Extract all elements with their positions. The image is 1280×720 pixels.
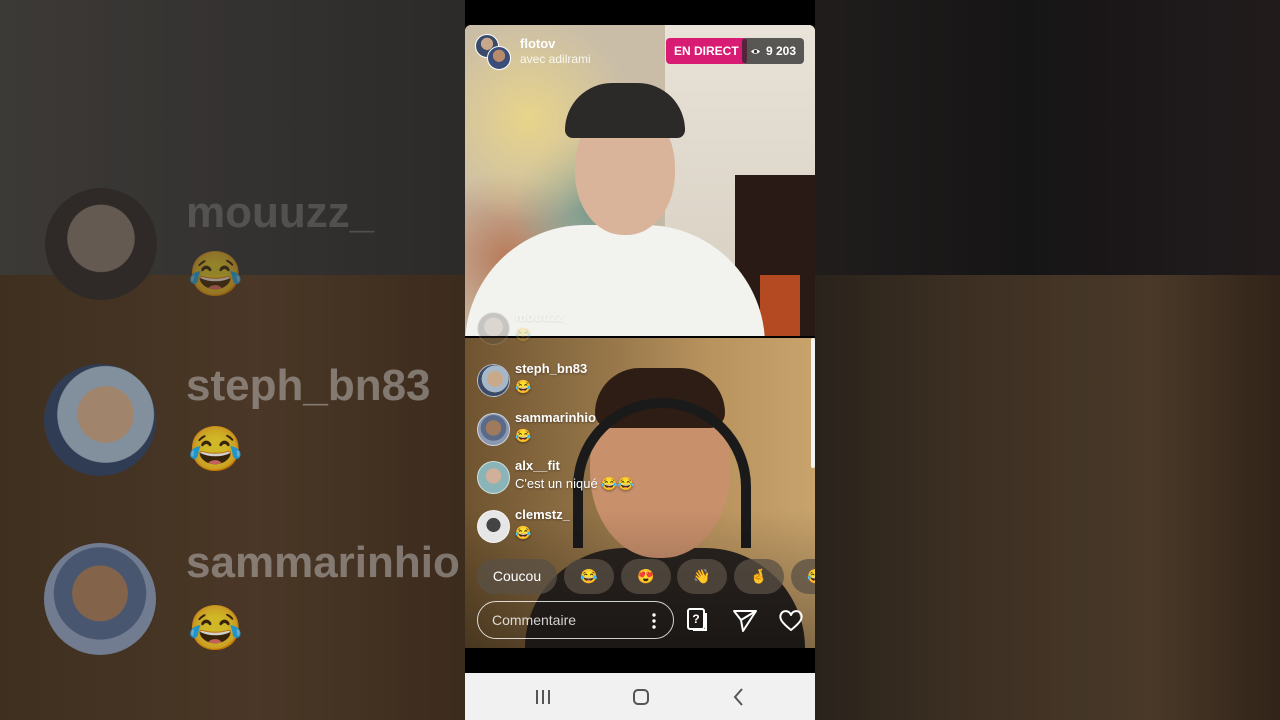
quick-reactions: Coucou 😂 😍 👋 🤞 😂 xyxy=(477,559,815,594)
live-badge: EN DIRECT xyxy=(666,38,747,64)
guest-avatar xyxy=(487,46,511,70)
more-vertical-icon[interactable] xyxy=(645,611,663,631)
home-icon[interactable] xyxy=(627,683,655,711)
question-icon[interactable]: ? xyxy=(684,606,712,634)
quick-reply-coucou[interactable]: Coucou xyxy=(477,559,557,594)
video-divider-edge xyxy=(811,338,815,468)
comment-text: 😂 xyxy=(515,327,532,342)
comment-avatar[interactable] xyxy=(477,312,510,345)
quick-reaction-fingers[interactable]: 🤞 xyxy=(734,559,784,594)
comment-text: 😂 xyxy=(515,379,532,394)
sleeve-pattern xyxy=(760,275,800,336)
phone-screen: flotov avec adilrami EN DIRECT 9 203 mou… xyxy=(465,0,815,720)
system-navigation-bar xyxy=(465,673,815,720)
comment-avatar[interactable] xyxy=(477,364,510,397)
comment-username[interactable]: mouuzz_ xyxy=(515,309,571,324)
recents-icon[interactable] xyxy=(529,683,557,711)
guest-label: avec adilrami xyxy=(520,52,591,66)
svg-text:?: ? xyxy=(692,612,699,626)
comment-avatar[interactable] xyxy=(477,413,510,446)
comment-text: C'est un niqué 😂😂 xyxy=(515,476,634,491)
heart-icon[interactable] xyxy=(777,606,805,634)
eye-icon xyxy=(750,48,761,54)
quick-reaction-heart-eyes[interactable]: 😍 xyxy=(621,559,671,594)
send-icon[interactable] xyxy=(731,606,759,634)
viewer-count-value: 9 203 xyxy=(766,44,797,58)
comment-text: 😂 xyxy=(515,428,532,443)
back-icon[interactable] xyxy=(725,683,753,711)
quick-reaction-laugh[interactable]: 😂 xyxy=(564,559,614,594)
list-item: mouuzz_ 😂 xyxy=(475,306,705,352)
comment-username[interactable]: sammarinhio xyxy=(515,410,596,425)
host-avatars[interactable] xyxy=(475,34,511,70)
list-item: sammarinhio 😂 xyxy=(475,407,705,453)
quick-reaction-laugh-2[interactable]: 😂 xyxy=(791,559,815,594)
viewer-count[interactable]: 9 203 xyxy=(742,38,805,64)
comment-composer[interactable] xyxy=(477,601,674,639)
comment-text: 😂 xyxy=(515,525,532,540)
comment-avatar[interactable] xyxy=(477,510,510,543)
comment-username[interactable]: steph_bn83 xyxy=(515,361,587,376)
list-item: steph_bn83 😂 xyxy=(475,358,705,404)
list-item: alx__fit C'est un niqué 😂😂 xyxy=(475,455,705,501)
host-username[interactable]: flotov xyxy=(520,36,555,51)
quick-reaction-wave[interactable]: 👋 xyxy=(677,559,727,594)
comment-avatar[interactable] xyxy=(477,461,510,494)
list-item: clemstz_ 😂 xyxy=(475,504,705,550)
comment-username[interactable]: clemstz_ xyxy=(515,507,570,522)
live-header: flotov avec adilrami EN DIRECT 9 203 xyxy=(465,25,815,75)
comment-input[interactable] xyxy=(492,602,642,638)
comment-username[interactable]: alx__fit xyxy=(515,458,560,473)
